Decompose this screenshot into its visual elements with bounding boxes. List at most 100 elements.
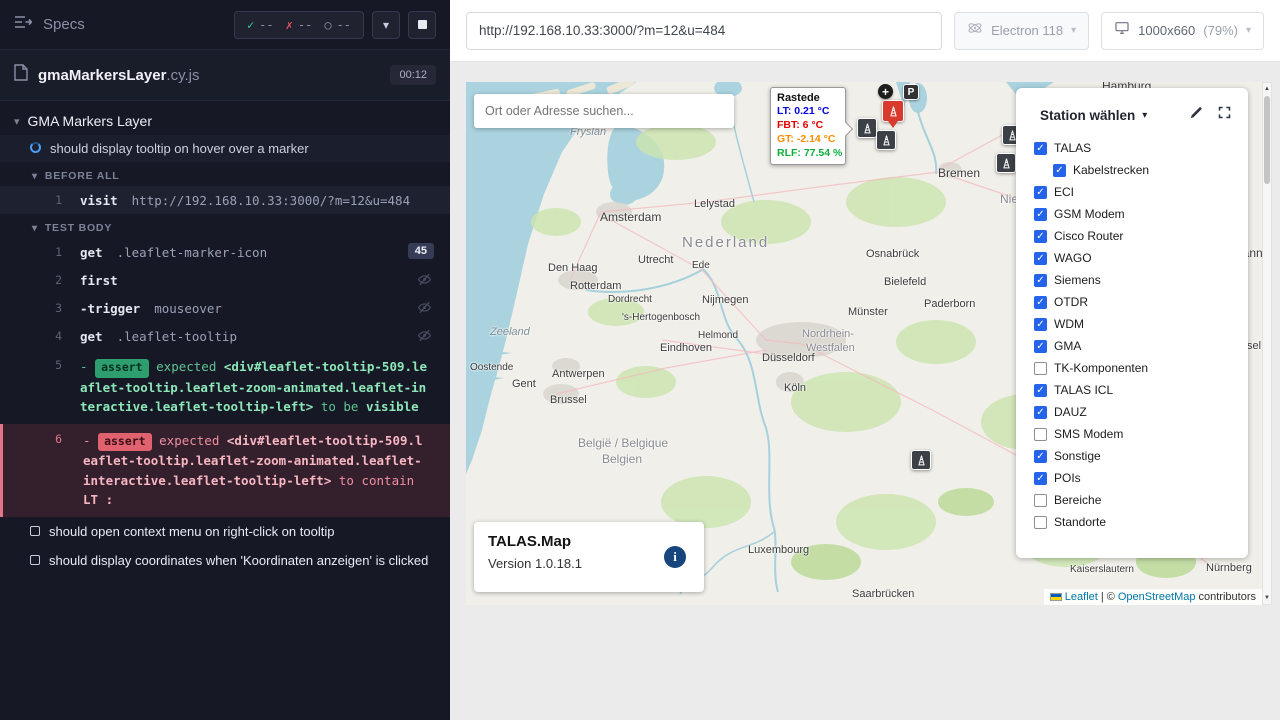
edit-pencil-icon[interactable]	[1189, 105, 1204, 125]
tooltip-measurement: GT: -2.14 °C	[777, 132, 839, 146]
marker-tooltip[interactable]: Rastede LT: 0.21 °CFBT: 6 °CGT: -2.14 °C…	[770, 87, 846, 165]
checkbox-unchecked-icon[interactable]	[1034, 362, 1047, 375]
checkbox-checked-icon[interactable]: ✓	[1034, 230, 1047, 243]
url-input[interactable]	[466, 12, 942, 50]
search-input[interactable]	[474, 104, 734, 118]
checkbox-checked-icon[interactable]: ✓	[1034, 450, 1047, 463]
station-filter-label: TALAS	[1054, 141, 1091, 155]
station-marker-icon[interactable]	[857, 118, 877, 138]
station-filter-label: Kabelstrecken	[1073, 163, 1149, 177]
station-filter-item[interactable]: SMS Modem	[1016, 423, 1248, 445]
test-pending-context-menu[interactable]: should open context menu on right-click …	[0, 517, 450, 546]
command-name: -trigger	[80, 301, 140, 316]
test-title: should display tooltip on hover over a m…	[50, 141, 309, 156]
stop-button[interactable]	[408, 11, 436, 39]
checkbox-checked-icon[interactable]: ✓	[1053, 164, 1066, 177]
checkbox-checked-icon[interactable]: ✓	[1034, 274, 1047, 287]
tooltip-title: Rastede	[777, 92, 839, 104]
osm-link[interactable]: OpenStreetMap	[1118, 591, 1196, 603]
app-scrollbar[interactable]: ▲ ▼	[1262, 82, 1272, 605]
add-marker-button[interactable]: +	[878, 84, 893, 99]
command-first[interactable]: 2 first	[0, 266, 450, 294]
chevron-down-icon[interactable]: ▾	[1142, 110, 1147, 121]
station-filter-label: WAGO	[1054, 251, 1092, 265]
station-filter-label: Standorte	[1054, 515, 1106, 529]
chevron-down-icon: ▾	[1246, 25, 1251, 36]
station-filter-item[interactable]: Standorte	[1016, 511, 1248, 533]
checkbox-checked-icon[interactable]: ✓	[1034, 318, 1047, 331]
electron-icon	[967, 20, 983, 41]
suite-gma-markers-layer[interactable]: ▾ GMA Markers Layer	[0, 101, 450, 135]
command-name: get	[80, 329, 103, 344]
station-filter-label: TK-Komponenten	[1054, 361, 1148, 375]
specs-menu-icon[interactable]	[14, 15, 33, 34]
checkbox-checked-icon[interactable]: ✓	[1034, 186, 1047, 199]
station-filter-item[interactable]: ✓ GMA	[1016, 335, 1248, 357]
station-filter-item[interactable]: ✓Siemens	[1016, 269, 1248, 291]
viewport-select[interactable]: 1000x660 (79%) ▾	[1101, 12, 1264, 50]
station-marker-icon[interactable]	[996, 153, 1016, 173]
eye-slash-icon	[417, 329, 432, 345]
station-filter-item[interactable]: ✓Cisco Router	[1016, 225, 1248, 247]
station-filter-item[interactable]: ✓TALAS ICL	[1016, 379, 1248, 401]
station-filter-item[interactable]: ✓ TALAS	[1016, 137, 1248, 159]
station-filter-item[interactable]: Bereiche	[1016, 489, 1248, 511]
assert-message: - assert expected <div#leaflet-tooltip-5…	[83, 431, 428, 510]
checkbox-unchecked-icon[interactable]	[1034, 428, 1047, 441]
info-icon[interactable]: i	[664, 546, 686, 568]
browser-select[interactable]: Electron 118 ▾	[954, 12, 1089, 50]
test-pending-coordinates[interactable]: should display coordinates when 'Koordin…	[0, 546, 450, 575]
checkbox-unchecked-icon[interactable]	[1034, 494, 1047, 507]
checkbox-checked-icon[interactable]: ✓	[1034, 340, 1047, 353]
expand-icon[interactable]	[1217, 105, 1232, 125]
station-filter-item[interactable]: ✓GSM Modem	[1016, 203, 1248, 225]
station-marker-icon[interactable]	[876, 130, 896, 150]
checkbox-checked-icon[interactable]: ✓	[1034, 252, 1047, 265]
station-filter-item[interactable]: TK-Komponenten	[1016, 357, 1248, 379]
station-filter-item[interactable]: ✓WDM	[1016, 313, 1248, 335]
station-filter-item[interactable]: ✓POIs	[1016, 467, 1248, 489]
scroll-down-button[interactable]: ▼	[1263, 592, 1271, 604]
map-search-box[interactable]	[474, 94, 734, 128]
collapse-dropdown-button[interactable]: ▾	[372, 11, 400, 39]
chevron-down-icon: ▾	[32, 223, 38, 234]
command-visit[interactable]: 1 visit http://192.168.10.33:3000/?m=12&…	[0, 186, 450, 214]
section-label: TEST BODY	[45, 222, 112, 234]
hovered-marker-icon[interactable]	[882, 100, 904, 122]
eye-slash-icon	[417, 273, 432, 289]
parking-marker-icon[interactable]: P	[903, 84, 919, 100]
checkbox-checked-icon[interactable]: ✓	[1034, 296, 1047, 309]
checkbox-checked-icon[interactable]: ✓	[1034, 472, 1047, 485]
section-before-all[interactable]: ▾ BEFORE ALL	[0, 162, 450, 186]
spec-duration: 00:12	[390, 65, 436, 85]
leaflet-link[interactable]: Leaflet	[1065, 591, 1098, 603]
checkbox-checked-icon[interactable]: ✓	[1034, 406, 1047, 419]
checkbox-unchecked-icon[interactable]	[1034, 516, 1047, 529]
test-active[interactable]: should display tooltip on hover over a m…	[0, 135, 450, 162]
section-label: BEFORE ALL	[45, 170, 120, 182]
station-filter-item[interactable]: ✓ECI	[1016, 181, 1248, 203]
checkbox-checked-icon[interactable]: ✓	[1034, 208, 1047, 221]
test-stats: ✓-- ✗-- ○--	[234, 11, 364, 39]
station-filter-item[interactable]: ✓Sonstige	[1016, 445, 1248, 467]
command-name: first	[80, 273, 118, 288]
assert-failed[interactable]: 6 - assert expected <div#leaflet-tooltip…	[0, 424, 450, 517]
station-filter-item[interactable]: ✓DAUZ	[1016, 401, 1248, 423]
station-filter-label: GMA	[1054, 339, 1081, 353]
scroll-up-button[interactable]: ▲	[1263, 83, 1271, 95]
command-get-markers[interactable]: 1 get .leaflet-marker-icon 45	[0, 238, 450, 266]
scrollbar-thumb[interactable]	[1264, 96, 1270, 184]
command-trigger-mouseover[interactable]: 3 -trigger mouseover	[0, 294, 450, 322]
station-marker-icon[interactable]	[911, 450, 931, 470]
station-filter-item[interactable]: ✓ WAGO	[1016, 247, 1248, 269]
checkbox-checked-icon[interactable]: ✓	[1034, 142, 1047, 155]
line-number: 3	[40, 301, 62, 315]
leaflet-map[interactable]: GroningenFryslânAmsterdamLelystadNederla…	[466, 82, 1262, 605]
assert-passed[interactable]: 5 - assert expected <div#leaflet-tooltip…	[0, 350, 450, 424]
command-get-tooltip[interactable]: 4 get .leaflet-tooltip	[0, 322, 450, 350]
checkbox-checked-icon[interactable]: ✓	[1034, 384, 1047, 397]
station-filter-item[interactable]: ✓OTDR	[1016, 291, 1248, 313]
section-test-body[interactable]: ▾ TEST BODY	[0, 214, 450, 238]
station-filter-item[interactable]: ✓ Kabelstrecken	[1016, 159, 1248, 181]
app-version: Version 1.0.18.1	[488, 556, 690, 571]
